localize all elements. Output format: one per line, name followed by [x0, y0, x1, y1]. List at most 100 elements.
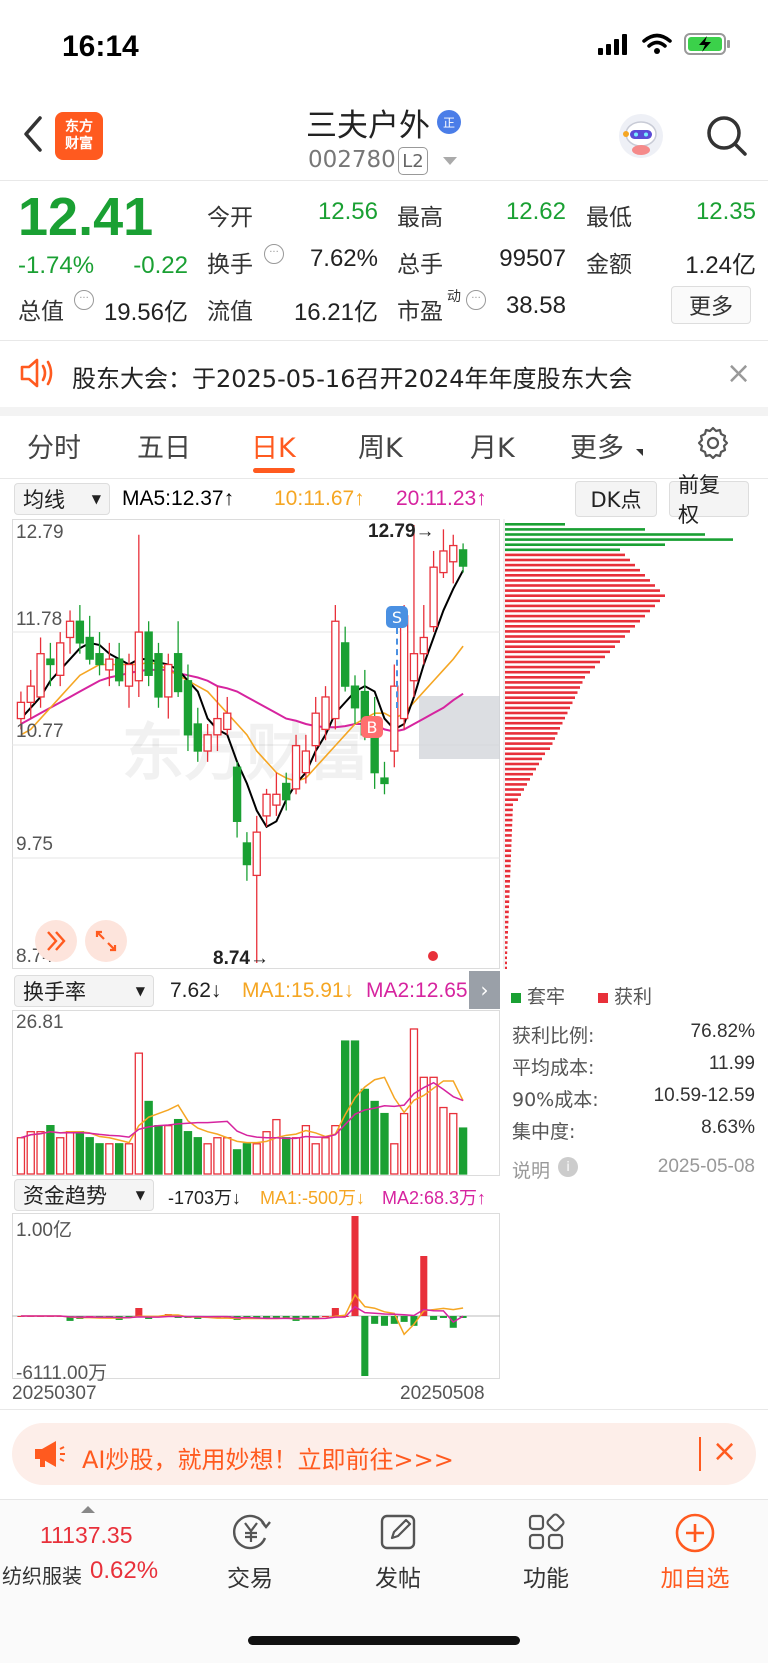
tab-monthly-k[interactable]: 月K	[470, 426, 515, 465]
chip-bar	[505, 839, 512, 842]
chip-bar	[505, 803, 513, 807]
chip-bar	[505, 543, 665, 546]
chip-bar	[505, 890, 510, 893]
pe-dynamic-tag: 动	[447, 289, 461, 305]
candle-body	[85, 636, 94, 660]
trade-yen-icon[interactable]	[229, 1512, 273, 1552]
turnover-bar	[203, 1143, 212, 1175]
chip-bar	[505, 676, 585, 679]
turnover-bar	[26, 1131, 35, 1175]
info-icon[interactable]: ···	[74, 290, 94, 310]
candle-body	[223, 712, 232, 731]
fund-selector-dropdown[interactable]: 资金趋势 ▼	[14, 1179, 154, 1211]
settings-gear-icon[interactable]	[695, 425, 731, 461]
tab-five-day[interactable]: 五日	[137, 426, 191, 465]
fund-bar	[439, 1316, 447, 1318]
info-icon[interactable]: ···	[264, 244, 284, 264]
chevron-down-icon: ▼	[91, 492, 101, 506]
tab-daily-k[interactable]: 日K	[251, 426, 296, 465]
promo-separator	[699, 1437, 701, 1471]
candle-body	[134, 631, 144, 682]
chip-bar	[505, 696, 575, 699]
dk-point-button[interactable]: DK点	[575, 481, 657, 517]
features-grid-icon[interactable]	[526, 1512, 566, 1552]
fund-chart[interactable]	[12, 1213, 500, 1379]
turnover-label: 换手	[207, 252, 253, 278]
info-icon[interactable]: i	[558, 1157, 578, 1177]
chip-bar	[505, 844, 512, 847]
search-icon[interactable]	[703, 112, 751, 160]
promo-text[interactable]: AI炒股，就用妙想！立即前往>>>	[82, 1440, 454, 1475]
chip-bar	[505, 874, 511, 878]
low-value: 12.35	[695, 198, 756, 225]
chip-bar	[505, 670, 590, 674]
tab-intraday[interactable]: 分时	[27, 426, 81, 465]
buy-signal-marker[interactable]: B	[361, 716, 383, 738]
turnover-chart[interactable]	[12, 1010, 500, 1176]
chip-bar	[505, 864, 511, 868]
post-edit-icon[interactable]	[378, 1512, 418, 1552]
info-icon[interactable]: ···	[466, 290, 486, 310]
low-price-marker: 8.74→	[213, 948, 269, 969]
sell-signal-marker[interactable]: S	[386, 606, 408, 628]
nav-add-watchlist[interactable]: 加自选	[645, 1559, 745, 1593]
chip-bar	[505, 798, 518, 801]
chip-bar	[505, 813, 513, 817]
notice-close-button[interactable]: ×	[726, 356, 751, 391]
chip-bar	[505, 854, 511, 858]
chevron-up-icon[interactable]	[81, 1506, 95, 1513]
chip-bar	[505, 619, 640, 623]
turnover-bar	[301, 1125, 311, 1175]
status-time: 16:14	[62, 30, 139, 63]
chip-distribution-chart[interactable]	[503, 519, 756, 969]
promo-close-button[interactable]: ×	[712, 1434, 737, 1469]
candle-body	[409, 653, 419, 682]
turnover-bar	[193, 1137, 202, 1175]
turnover-bar	[399, 1112, 409, 1175]
chip-bar	[505, 772, 533, 776]
nav-post[interactable]: 发帖	[348, 1559, 448, 1593]
fund-bar	[135, 1308, 143, 1316]
nav-features[interactable]: 功能	[496, 1559, 596, 1593]
turnover-selector-dropdown[interactable]: 换手率 ▼	[14, 975, 154, 1007]
note-label[interactable]: 说明	[512, 1156, 550, 1183]
header-divider	[0, 180, 768, 181]
fund-bar	[430, 1316, 438, 1320]
sell-signal-line	[396, 628, 398, 708]
sector-name[interactable]: 纺织服装	[2, 1560, 82, 1589]
price-adjust-button[interactable]: 前复权	[669, 473, 749, 527]
chip-bar	[505, 625, 635, 628]
turnover-bar	[419, 1076, 428, 1175]
level2-badge[interactable]: L2	[398, 147, 428, 175]
candle-body	[46, 658, 55, 666]
turnover-bar	[232, 1149, 242, 1175]
chip-bar	[505, 951, 508, 954]
speaker-icon	[20, 358, 53, 388]
brand-logo[interactable]: 东方 财富	[55, 112, 103, 160]
nav-trade[interactable]: 交易	[200, 1559, 300, 1593]
fast-forward-icon[interactable]	[34, 919, 78, 963]
sector-change: 0.62%	[90, 1557, 159, 1584]
sector-index-value[interactable]: 11137.35	[40, 1522, 133, 1549]
tab-more[interactable]: 更多	[570, 426, 624, 465]
more-quote-button[interactable]: 更多	[671, 286, 751, 324]
candle-body	[282, 782, 291, 801]
notice-text[interactable]: 股东大会：于2025-05-16召开2024年年度股东大会	[72, 359, 633, 394]
kline-chart[interactable]: 东方财富	[12, 519, 500, 969]
tab-weekly-k[interactable]: 周K	[358, 426, 403, 465]
chevron-right-icon[interactable]: ›	[469, 971, 500, 1009]
ma-selector-dropdown[interactable]: 均线 ▼	[14, 483, 110, 515]
chip-bar	[505, 752, 545, 756]
back-button[interactable]	[18, 112, 48, 156]
chip-bar	[505, 818, 513, 822]
event-dot-marker[interactable]	[428, 951, 438, 961]
battery-charging-icon	[684, 33, 730, 55]
ai-assistant-robot-icon[interactable]	[617, 112, 665, 160]
y-label-top: 12.79	[16, 522, 64, 543]
section-gap	[0, 407, 768, 416]
expand-fullscreen-icon[interactable]	[84, 919, 128, 963]
chip-bar	[505, 747, 550, 750]
cost-90-value: 10.59-12.59	[653, 1085, 755, 1106]
chevron-down-icon[interactable]	[443, 157, 457, 165]
add-watchlist-plus-icon[interactable]	[674, 1512, 716, 1554]
